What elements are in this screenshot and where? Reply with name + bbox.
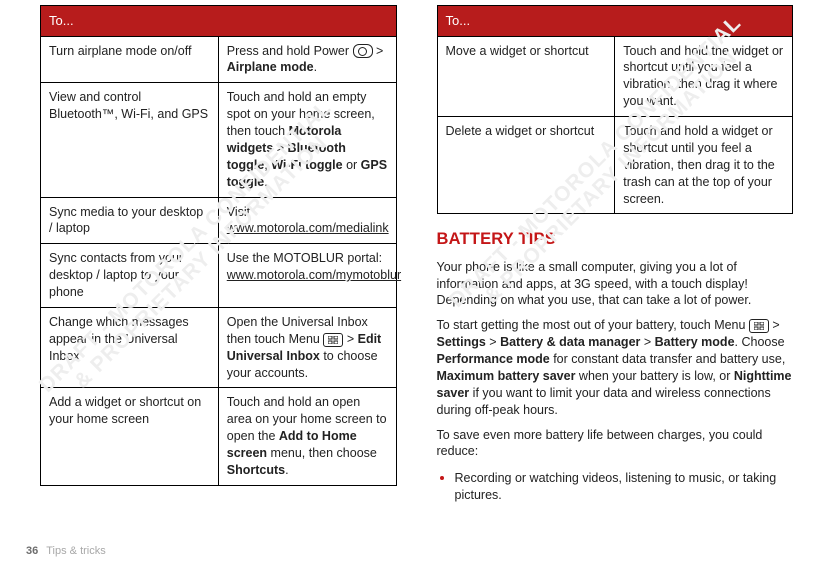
link: www.motorola.com/medialink — [227, 221, 389, 235]
body-text: To start getting the most out of your ba… — [437, 317, 794, 418]
list-item: Recording or watching videos, listening … — [455, 468, 794, 504]
tips-table-left: To... Turn airplane mode on/off Press an… — [40, 5, 397, 486]
menu-icon — [323, 333, 343, 347]
page-number: 36 — [26, 545, 38, 557]
bullet-list: Recording or watching videos, listening … — [437, 468, 794, 504]
right-column: To... Move a widget or shortcutTouch and… — [437, 5, 794, 510]
section-heading: BATTERY TIPS — [437, 228, 794, 250]
table-row: Delete a widget or shortcutTouch and hol… — [437, 117, 793, 214]
body-text: Your phone is like a small computer, giv… — [437, 259, 794, 310]
table-row: View and control Bluetooth™, Wi-Fi, and … — [41, 83, 397, 197]
tips-table-right: To... Move a widget or shortcutTouch and… — [437, 5, 794, 214]
footer-section: Tips & tricks — [46, 545, 106, 557]
table-row: Turn airplane mode on/off Press and hold… — [41, 36, 397, 83]
table-row: Sync contacts from your desktop / laptop… — [41, 244, 397, 308]
table-row: Sync media to your desktop / laptop Visi… — [41, 197, 397, 244]
table-row: Change which messages appear in the Univ… — [41, 307, 397, 388]
power-icon — [353, 44, 373, 58]
table-row: Move a widget or shortcutTouch and hold … — [437, 36, 793, 117]
left-column: To... Turn airplane mode on/off Press an… — [40, 5, 397, 510]
table-row: Add a widget or shortcut on your home sc… — [41, 388, 397, 485]
page-footer: 36 Tips & tricks — [26, 544, 106, 559]
link: www.motorola.com/mymotoblur — [227, 268, 401, 282]
table-header: To... — [41, 6, 397, 37]
menu-icon — [749, 319, 769, 333]
body-text: To save even more battery life between c… — [437, 427, 794, 461]
table-header: To... — [437, 6, 793, 37]
